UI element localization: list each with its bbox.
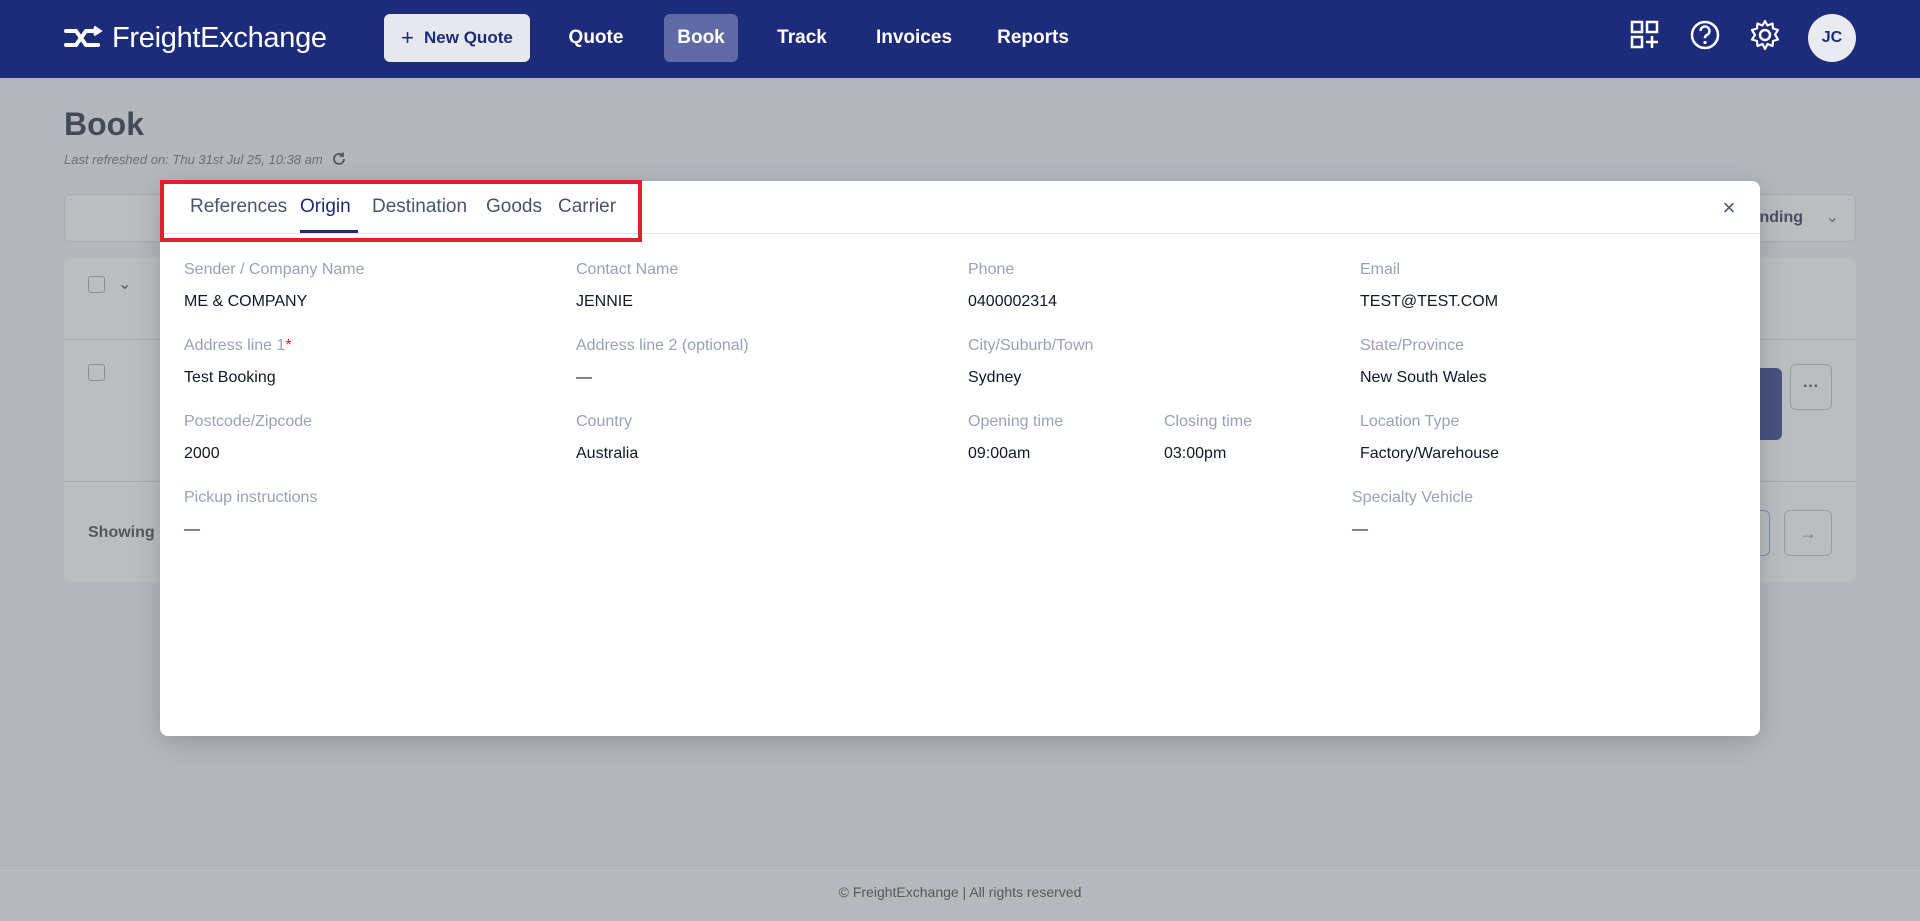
state-label: State/Province [1360,337,1465,354]
email-label: Email [1360,261,1401,278]
address-line-2-label: Address line 2 (optional) [576,337,749,354]
address-line-1-label-text: Address line 1 [184,337,286,354]
address-line-2-value: — [576,369,592,386]
location-type-value: Factory/Warehouse [1360,445,1500,462]
contact-name-label: Contact Name [576,261,679,278]
location-type-label: Location Type [1360,413,1460,430]
postcode-value: 2000 [184,445,220,462]
city-value: Sydney [968,369,1022,386]
closing-time-value: 03:00pm [1164,445,1227,462]
required-mark: * [285,337,292,354]
city-label: City/Suburb/Town [968,337,1094,354]
opening-time-label: Opening time [968,413,1064,430]
specialty-vehicle-value: — [1352,521,1368,538]
email-value: TEST@TEST.COM [1360,293,1499,310]
phone-label: Phone [968,261,1015,278]
modal-tab-bar: References Origin Destination Goods Carr… [160,180,1760,242]
sender-company-label: Sender / Company Name [184,261,365,278]
booking-details-modal: References Origin Destination Goods Carr… [160,180,1760,736]
opening-time-value: 09:00am [968,445,1031,462]
state-value: New South Wales [1360,369,1487,386]
postcode-label: Postcode/Zipcode [184,413,313,430]
closing-time-label: Closing time [1164,413,1253,430]
pickup-instructions-value: — [184,521,200,538]
navbar-backdrop [0,0,1920,78]
contact-name-value: JENNIE [576,293,633,310]
sender-company-value: ME & COMPANY [184,293,308,310]
close-icon[interactable]: × [1719,197,1739,219]
country-value: Australia [576,445,639,462]
specialty-vehicle-label: Specialty Vehicle [1352,489,1473,506]
country-label: Country [576,413,633,430]
tabs-highlight-box [160,180,642,242]
pickup-instructions-label: Pickup instructions [184,489,318,506]
address-line-1-label: Address line 1* [184,337,292,355]
phone-value: 0400002314 [968,293,1057,310]
address-line-1-value: Test Booking [184,369,276,386]
